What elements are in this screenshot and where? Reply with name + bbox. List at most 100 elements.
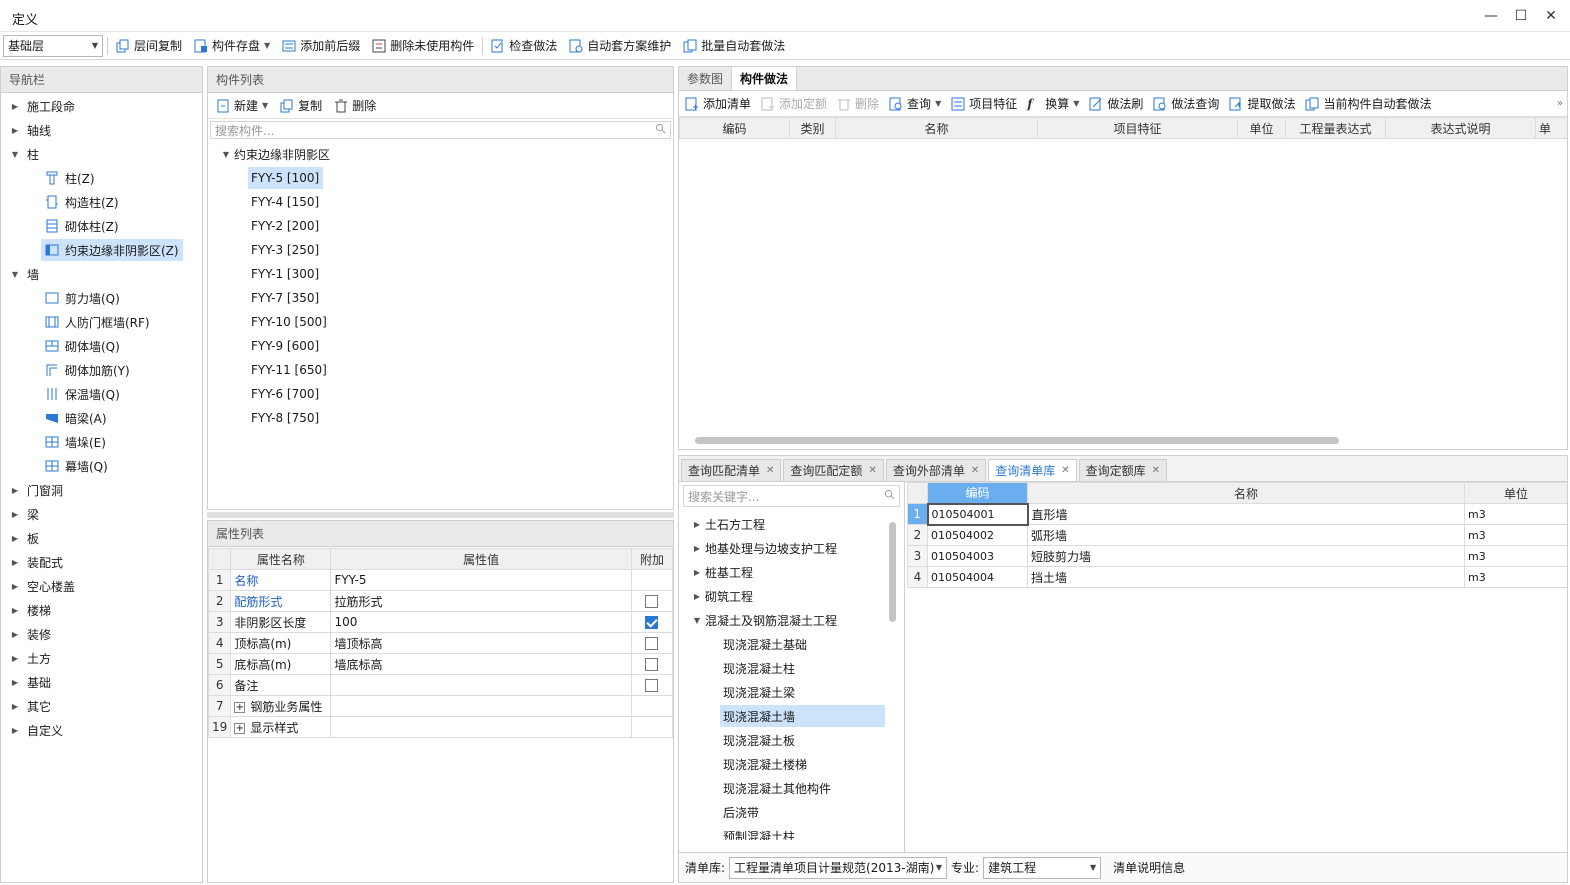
property-value[interactable]: FYY-5	[330, 569, 632, 591]
property-value[interactable]: 100	[330, 611, 632, 633]
nav-item-foundation[interactable]: ▶ 基础	[9, 671, 51, 693]
add-quota-button[interactable]: 添加定额	[757, 93, 831, 115]
extra-checkbox[interactable]	[645, 658, 659, 671]
extra-checkbox-checked[interactable]	[645, 616, 659, 629]
nav-item-other[interactable]: ▶ 其它	[9, 695, 51, 717]
component-item[interactable]: FYY-11 [650]	[251, 359, 327, 381]
name-cell[interactable]: 直形墙	[1027, 503, 1465, 525]
nav-item-door-window[interactable]: ▶ 门窗洞	[9, 479, 63, 501]
tab-list-library[interactable]: 查询清单库 ✕	[988, 459, 1077, 481]
nav-item-civil-defense-wall[interactable]: 人防门框墙(RF)	[45, 311, 150, 333]
table-row[interactable]: 1 010504001 直形墙 m3	[907, 502, 1567, 526]
library-select[interactable]: 工程量清单项目计量规范(2013-湖南) ▼	[729, 856, 948, 879]
library-leaf[interactable]: 现浇混凝土基础	[723, 633, 807, 655]
extra-checkbox[interactable]	[645, 595, 659, 608]
library-leaf[interactable]: 现浇混凝土楼梯	[723, 753, 807, 775]
component-item[interactable]: FYY-10 [500]	[251, 311, 327, 333]
name-cell[interactable]: 短肢剪力墙	[1027, 545, 1465, 567]
close-icon[interactable]: ✕	[868, 465, 876, 476]
table-row[interactable]: 5 底标高(m) 墙底标高	[208, 653, 673, 675]
batch-auto-method-button[interactable]: 批量自动套做法	[679, 35, 789, 57]
conversion-button[interactable]: f 换算 ▼	[1023, 93, 1083, 115]
close-icon[interactable]: ✕	[766, 465, 774, 476]
code-cell[interactable]: 010504001	[926, 502, 1029, 526]
property-value[interactable]: 墙顶标高	[330, 632, 632, 654]
nav-item-column[interactable]: ▼ 柱	[9, 143, 39, 165]
library-node[interactable]: ▶ 土石方工程	[691, 513, 765, 535]
table-row[interactable]: 3 010504003 短肢剪力墙 m3	[907, 545, 1567, 567]
unit-cell[interactable]: m3	[1464, 545, 1567, 567]
component-item[interactable]: FYY-5 [100]	[248, 167, 324, 189]
check-method-button[interactable]: 检查做法	[487, 35, 561, 57]
property-group[interactable]: + 钢筋业务属性	[230, 695, 332, 717]
close-icon[interactable]: ✕	[971, 465, 979, 476]
nav-item-decoration[interactable]: ▶ 装修	[9, 623, 51, 645]
property-group[interactable]: + 显示样式	[230, 716, 332, 738]
copy-between-floors-button[interactable]: 层间复制	[112, 35, 186, 57]
nav-item-hollow-floor[interactable]: ▶ 空心楼盖	[9, 575, 75, 597]
library-leaf[interactable]: 现浇混凝土柱	[723, 657, 795, 679]
add-prefix-suffix-button[interactable]: 添加前后缀	[278, 35, 364, 57]
property-value[interactable]: 拉筋形式	[330, 590, 632, 612]
nav-item-hidden-beam[interactable]: 暗梁(A)	[45, 407, 107, 429]
nav-item-construction-segment[interactable]: ▶ 施工段命	[9, 95, 75, 117]
table-row[interactable]: 3 非阴影区长度 100	[208, 611, 673, 633]
library-node[interactable]: ▼ 混凝土及钢筋混凝土工程	[691, 609, 837, 631]
library-node[interactable]: ▶ 砌筑工程	[691, 585, 753, 607]
library-leaf[interactable]: 后浇带	[723, 801, 759, 823]
nav-item-wall[interactable]: ▼ 墙	[9, 263, 39, 285]
component-item[interactable]: FYY-9 [600]	[251, 335, 319, 357]
nav-item-insulation-wall[interactable]: 保温墙(Q)	[45, 383, 120, 405]
tab-match-quota[interactable]: 查询匹配定额 ✕	[783, 459, 884, 481]
vertical-scrollbar[interactable]	[889, 522, 896, 622]
component-item[interactable]: FYY-1 [300]	[251, 263, 319, 285]
nav-item-wall-pier[interactable]: 墙垛(E)	[45, 431, 106, 453]
name-cell[interactable]: 弧形墙	[1027, 524, 1465, 546]
tab-quota-library[interactable]: 查询定额库 ✕	[1078, 459, 1168, 481]
nav-item-constructional-column[interactable]: 构造柱(Z)	[45, 191, 119, 213]
nav-item-custom[interactable]: ▶ 自定义	[9, 719, 63, 741]
table-row[interactable]: 2 010504002 弧形墙 m3	[907, 524, 1567, 546]
table-row[interactable]: 2 配筋形式 拉筋形式	[208, 590, 673, 612]
table-row[interactable]: 6 备注	[208, 674, 673, 696]
component-item[interactable]: FYY-3 [250]	[251, 239, 319, 261]
table-row[interactable]: 19 + 显示样式	[208, 716, 673, 738]
overflow-icon[interactable]: »	[1557, 98, 1563, 109]
method-query-button[interactable]: 做法查询	[1149, 93, 1223, 115]
library-leaf-selected[interactable]: 现浇混凝土墙	[720, 705, 885, 727]
library-node[interactable]: ▶ 地基处理与边坡支护工程	[691, 537, 837, 559]
add-list-button[interactable]: 添加清单	[681, 93, 755, 115]
component-item[interactable]: FYY-2 [200]	[251, 215, 319, 237]
nav-item-axis[interactable]: ▶ 轴线	[9, 119, 51, 141]
horizontal-scrollbar[interactable]	[695, 437, 1339, 444]
code-cell[interactable]: 010504004	[927, 566, 1028, 588]
delete-component-button[interactable]: 删除	[330, 95, 380, 117]
property-value[interactable]: 墙底标高	[330, 653, 632, 675]
nav-item-column-z[interactable]: 柱(Z)	[45, 167, 95, 189]
nav-item-shear-wall[interactable]: 剪力墙(Q)	[45, 287, 120, 309]
column-header[interactable]: 名称	[1027, 482, 1465, 504]
copy-component-button[interactable]: 复制	[276, 95, 326, 117]
method-brush-button[interactable]: 做法刷	[1085, 93, 1147, 115]
close-button[interactable]: ✕	[1540, 6, 1562, 26]
component-group[interactable]: ▼ 约束边缘非阴影区	[220, 143, 330, 165]
tab-component-method[interactable]: 构件做法	[732, 67, 798, 90]
nav-item-slab[interactable]: ▶ 板	[9, 527, 39, 549]
tab-parameter-diagram[interactable]: 参数图	[679, 67, 733, 90]
library-node[interactable]: ▶ 桩基工程	[691, 561, 753, 583]
table-row[interactable]: 1 名称 FYY-5	[208, 569, 673, 591]
close-icon[interactable]: ✕	[1061, 465, 1069, 476]
floor-select[interactable]: 基础层 ▼	[3, 34, 103, 57]
auto-scheme-maintenance-button[interactable]: 自动套方案维护	[565, 35, 675, 57]
column-header-sorted[interactable]: 编码	[927, 482, 1028, 504]
table-row[interactable]: 4 顶标高(m) 墙顶标高	[208, 632, 673, 654]
name-cell[interactable]: 挡土墙	[1027, 566, 1465, 588]
nav-item-masonry-wall[interactable]: 砌体墙(Q)	[45, 335, 120, 357]
keyword-search-input[interactable]: 搜索关键字...	[683, 485, 900, 507]
close-icon[interactable]: ✕	[1152, 465, 1160, 476]
save-component-button[interactable]: 构件存盘 ▼	[190, 35, 274, 57]
component-item[interactable]: FYY-8 [750]	[251, 407, 319, 429]
table-row[interactable]: 7 + 钢筋业务属性	[208, 695, 673, 717]
expand-icon[interactable]: +	[234, 701, 246, 713]
nav-item-curtain-wall[interactable]: 幕墙(Q)	[45, 455, 108, 477]
